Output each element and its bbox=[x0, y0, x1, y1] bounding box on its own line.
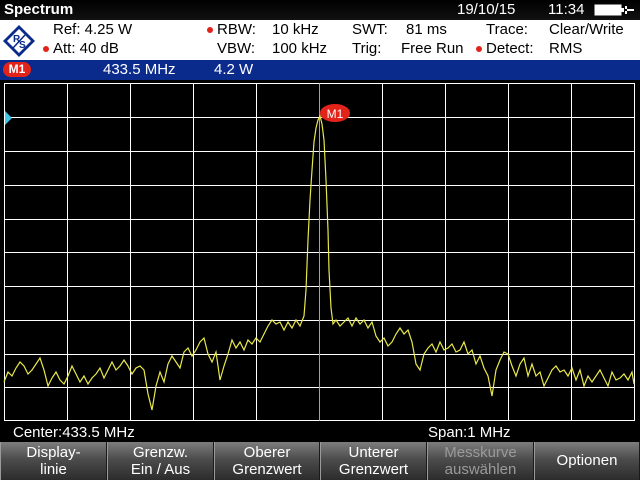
detect-coupled-indicator-icon bbox=[476, 46, 482, 52]
trig-value[interactable]: Free Run bbox=[401, 40, 464, 57]
time-display: 11:34 bbox=[548, 1, 585, 18]
display-line-button[interactable]: Display- linie bbox=[0, 442, 107, 480]
att-coupled-indicator-icon bbox=[43, 46, 49, 52]
trig-label: Trig: bbox=[352, 40, 382, 57]
lower-limit-button[interactable]: Unterer Grenzwert bbox=[320, 442, 427, 480]
title-bar: Spectrum 19/10/15 11:34 bbox=[0, 0, 640, 20]
marker-frequency: 433.5 MHz bbox=[103, 61, 176, 78]
marker-level: 4.2 W bbox=[214, 61, 254, 78]
frequency-info-bar: Center:433.5 MHz Span:1 MHz bbox=[0, 422, 640, 442]
svg-text:S: S bbox=[19, 40, 26, 51]
marker-readout-bar: M1 433.5 MHz 4.2 W bbox=[0, 60, 640, 80]
detect-label: Detect: bbox=[486, 40, 534, 57]
trace-label: Trace: bbox=[486, 21, 528, 38]
svg-text:M1: M1 bbox=[327, 107, 344, 121]
options-button[interactable]: Optionen bbox=[534, 442, 640, 480]
marker-m1-label[interactable]: M1 bbox=[320, 104, 350, 122]
rohde-schwarz-logo-icon: R S bbox=[3, 25, 35, 57]
spectrum-plot[interactable]: M1 bbox=[0, 80, 640, 422]
parameter-panel: R S Ref: 4.25 W Att: 40 dB RBW: 10 kHz V… bbox=[0, 20, 640, 60]
select-trace-button[interactable]: Messkurve auswählen bbox=[427, 442, 534, 480]
swt-label: SWT: bbox=[352, 21, 388, 38]
span-frequency[interactable]: Span:1 MHz bbox=[428, 424, 511, 441]
detect-value[interactable]: RMS bbox=[549, 40, 582, 57]
date-display: 19/10/15 bbox=[457, 1, 516, 18]
vbw-label: VBW: bbox=[217, 40, 256, 57]
rbw-coupled-indicator-icon bbox=[207, 27, 213, 33]
trace-value[interactable]: Clear/Write bbox=[549, 21, 624, 38]
attenuation[interactable]: Att: 40 dB bbox=[53, 40, 119, 57]
app-title: Spectrum bbox=[4, 1, 74, 18]
power-plug-icon bbox=[594, 4, 634, 16]
vbw-value[interactable]: 100 kHz bbox=[272, 40, 327, 57]
limit-on-off-button[interactable]: Grenzw. Ein / Aus bbox=[107, 442, 214, 480]
upper-limit-button[interactable]: Oberer Grenzwert bbox=[214, 442, 320, 480]
ref-level-arrow-icon bbox=[5, 111, 12, 125]
marker-badge[interactable]: M1 bbox=[3, 62, 31, 77]
softkey-bar: Display- linie Grenzw. Ein / Aus Oberer … bbox=[0, 442, 640, 480]
rbw-label: RBW: bbox=[217, 21, 256, 38]
center-frequency[interactable]: Center:433.5 MHz bbox=[13, 424, 135, 441]
swt-value[interactable]: 81 ms bbox=[406, 21, 447, 38]
ref-level[interactable]: Ref: 4.25 W bbox=[53, 21, 132, 38]
rbw-value[interactable]: 10 kHz bbox=[272, 21, 319, 38]
